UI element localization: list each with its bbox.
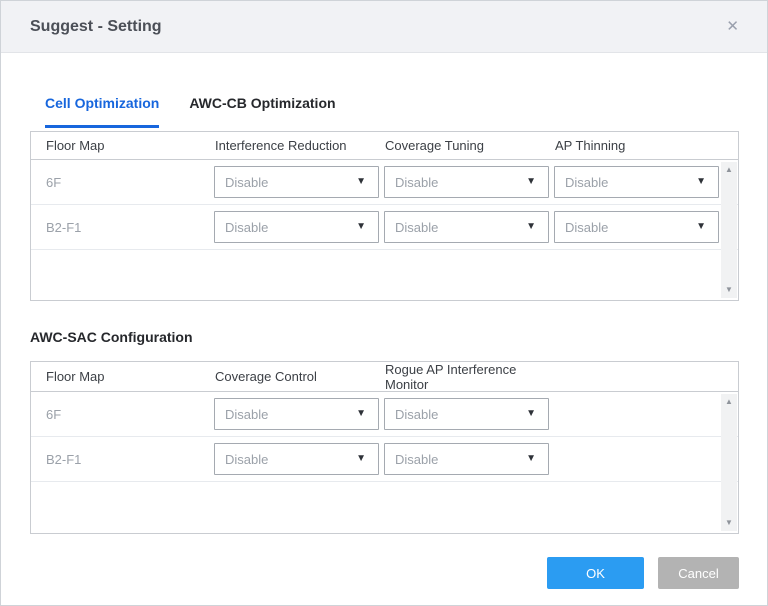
chevron-down-icon: ▼ (696, 177, 706, 187)
ap-thinning-select-6f[interactable]: Disable ▼ (554, 166, 719, 198)
selected-value: Disable (225, 220, 268, 235)
cancel-button[interactable]: Cancel (658, 557, 739, 589)
selected-value: Disable (395, 407, 438, 422)
scroll-up-icon[interactable]: ▲ (725, 166, 733, 174)
chevron-down-icon: ▼ (356, 177, 366, 187)
chevron-down-icon: ▼ (356, 454, 366, 464)
tab-bar: Cell Optimization AWC-CB Optimization (45, 95, 739, 128)
selected-value: Disable (225, 452, 268, 467)
selected-value: Disable (225, 407, 268, 422)
table-body: 6F Disable ▼ Disable ▼ (31, 160, 738, 300)
close-icon[interactable]: ✕ (726, 19, 739, 34)
suggest-setting-dialog: Suggest - Setting ✕ Cell Optimization AW… (0, 0, 768, 606)
scroll-down-icon[interactable]: ▼ (725, 519, 733, 527)
cell-optimization-table: Floor Map Interference Reduction Coverag… (30, 131, 739, 301)
dialog-body: Cell Optimization AWC-CB Optimization Fl… (1, 95, 767, 589)
table-header-row: Floor Map Interference Reduction Coverag… (31, 132, 738, 160)
column-header-floor-map: Floor Map (31, 138, 214, 153)
interference-reduction-select-b2f1[interactable]: Disable ▼ (214, 211, 379, 243)
chevron-down-icon: ▼ (526, 454, 536, 464)
column-header-coverage-tuning: Coverage Tuning (384, 138, 554, 153)
column-header-rogue-ap-interference-monitor: Rogue AP Interference Monitor (384, 362, 554, 392)
chevron-down-icon: ▼ (356, 409, 366, 419)
coverage-tuning-select-6f[interactable]: Disable ▼ (384, 166, 549, 198)
table-row: B2-F1 Disable ▼ Disable ▼ (31, 205, 738, 250)
table-row: 6F Disable ▼ Disable ▼ (31, 160, 738, 205)
chevron-down-icon: ▼ (526, 222, 536, 232)
rogue-ap-monitor-select-6f[interactable]: Disable ▼ (384, 398, 549, 430)
coverage-control-select-6f[interactable]: Disable ▼ (214, 398, 379, 430)
column-header-interference-reduction: Interference Reduction (214, 138, 384, 153)
selected-value: Disable (395, 175, 438, 190)
vertical-scrollbar[interactable]: ▲ ▼ (721, 162, 737, 298)
dialog-title: Suggest - Setting (30, 18, 162, 36)
chevron-down-icon: ▼ (526, 177, 536, 187)
dialog-footer: OK Cancel (30, 557, 739, 589)
awc-sac-configuration-heading: AWC-SAC Configuration (30, 329, 739, 345)
dialog-header: Suggest - Setting ✕ (1, 1, 767, 53)
chevron-down-icon: ▼ (696, 222, 706, 232)
selected-value: Disable (395, 220, 438, 235)
floor-label: 6F (31, 407, 214, 422)
column-header-coverage-control: Coverage Control (214, 369, 384, 384)
selected-value: Disable (565, 175, 608, 190)
vertical-scrollbar[interactable]: ▲ ▼ (721, 394, 737, 531)
scroll-down-icon[interactable]: ▼ (725, 286, 733, 294)
table-header-row: Floor Map Coverage Control Rogue AP Inte… (31, 362, 738, 392)
tab-awc-cb-optimization[interactable]: AWC-CB Optimization (189, 95, 335, 128)
chevron-down-icon: ▼ (526, 409, 536, 419)
floor-label: B2-F1 (31, 452, 214, 467)
coverage-tuning-select-b2f1[interactable]: Disable ▼ (384, 211, 549, 243)
floor-label: B2-F1 (31, 220, 214, 235)
awc-sac-configuration-table: Floor Map Coverage Control Rogue AP Inte… (30, 361, 739, 534)
column-header-ap-thinning: AP Thinning (554, 138, 724, 153)
table-row: B2-F1 Disable ▼ Disable ▼ (31, 437, 738, 482)
coverage-control-select-b2f1[interactable]: Disable ▼ (214, 443, 379, 475)
rogue-ap-monitor-select-b2f1[interactable]: Disable ▼ (384, 443, 549, 475)
column-header-floor-map: Floor Map (31, 369, 214, 384)
table-body: 6F Disable ▼ Disable ▼ (31, 392, 738, 533)
selected-value: Disable (565, 220, 608, 235)
ok-button[interactable]: OK (547, 557, 644, 589)
floor-label: 6F (31, 175, 214, 190)
chevron-down-icon: ▼ (356, 222, 366, 232)
table-row: 6F Disable ▼ Disable ▼ (31, 392, 738, 437)
tab-cell-optimization[interactable]: Cell Optimization (45, 95, 159, 128)
scroll-up-icon[interactable]: ▲ (725, 398, 733, 406)
interference-reduction-select-6f[interactable]: Disable ▼ (214, 166, 379, 198)
selected-value: Disable (225, 175, 268, 190)
selected-value: Disable (395, 452, 438, 467)
ap-thinning-select-b2f1[interactable]: Disable ▼ (554, 211, 719, 243)
